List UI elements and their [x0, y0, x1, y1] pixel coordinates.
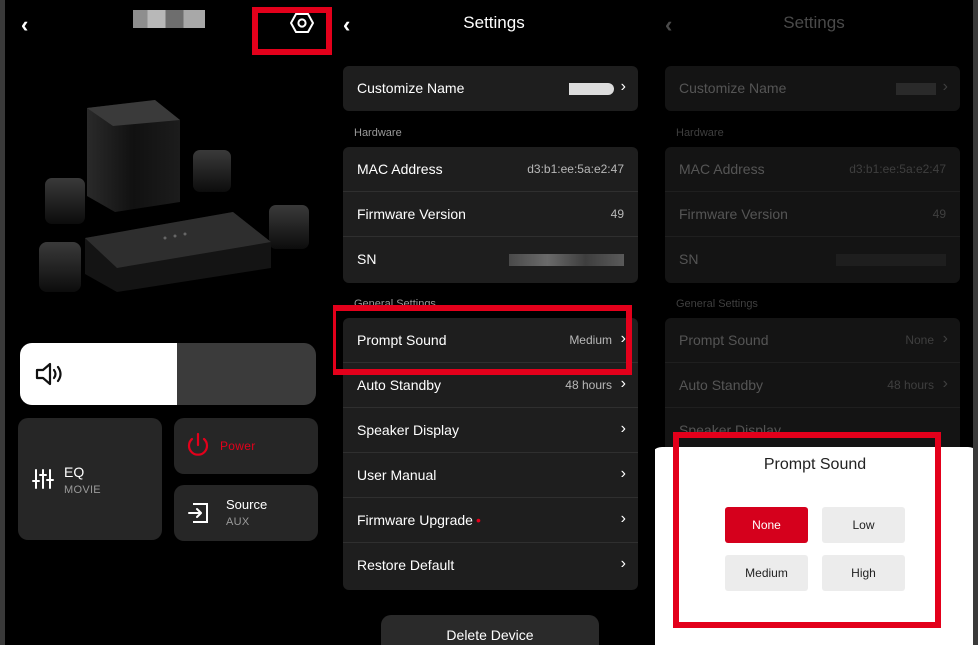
firmware-version-label: Firmware Version	[679, 206, 788, 222]
equalizer-icon	[32, 469, 54, 489]
speaker-volume-icon	[35, 362, 62, 386]
eq-card[interactable]: EQ MOVIE	[18, 418, 162, 540]
firmware-version-value: 49	[610, 207, 624, 221]
input-source-icon	[188, 503, 208, 523]
name-value-redacted	[896, 83, 936, 95]
firmware-upgrade-row[interactable]: Firmware Upgrade • ›	[343, 498, 638, 543]
source-title: Source	[226, 497, 268, 512]
auto-standby-value: 48 hours	[887, 378, 934, 392]
speaker-display-label: Speaker Display	[357, 422, 459, 438]
prompt-sound-row[interactable]: Prompt Sound None ›	[665, 318, 960, 363]
sn-label: SN	[679, 251, 699, 267]
auto-standby-label: Auto Standby	[357, 377, 442, 393]
device-panel: ‹ EQ MOVIE Power Source AUX	[5, 0, 333, 645]
hardware-group: MAC Address d3:b1:ee:5a:e2:47 Firmware V…	[665, 147, 960, 283]
customize-name-label: Customize Name	[679, 80, 787, 96]
sn-label: SN	[357, 251, 377, 267]
eq-value: MOVIE	[64, 484, 101, 496]
customize-name-row[interactable]: Customize Name ›	[665, 66, 960, 111]
chevron-right-icon: ›	[620, 555, 626, 572]
chevron-right-icon: ›	[620, 510, 626, 527]
device-name-redacted	[133, 10, 205, 28]
firmware-version-row: Firmware Version 49	[665, 192, 960, 237]
firmware-upgrade-label: Firmware Upgrade •	[357, 512, 481, 528]
name-value-redacted	[569, 83, 614, 95]
mac-address-row: MAC Address d3:b1:ee:5a:e2:47	[665, 147, 960, 192]
prompt-sound-label: Prompt Sound	[679, 332, 769, 348]
chevron-right-icon: ›	[620, 375, 626, 392]
sn-row: SN	[343, 237, 638, 282]
sn-value-redacted	[836, 254, 946, 266]
source-card[interactable]: Source AUX	[174, 485, 318, 541]
highlight-options-box	[673, 432, 941, 628]
chevron-right-icon: ›	[942, 78, 948, 95]
eq-title: EQ	[64, 464, 85, 480]
update-badge: •	[475, 512, 481, 528]
mac-address-row: MAC Address d3:b1:ee:5a:e2:47	[343, 147, 638, 192]
mac-address-value: d3:b1:ee:5a:e2:47	[849, 162, 946, 176]
auto-standby-value: 48 hours	[565, 378, 612, 392]
speaker-display-row[interactable]: Speaker Display ›	[343, 408, 638, 453]
mac-address-value: d3:b1:ee:5a:e2:47	[527, 162, 624, 176]
restore-default-row[interactable]: Restore Default ›	[343, 543, 638, 588]
delete-device-button[interactable]: Delete Device	[381, 615, 599, 645]
chevron-right-icon: ›	[620, 465, 626, 482]
settings-panel-dimmed: ‹ Settings Customize Name › Hardware MAC…	[655, 0, 973, 645]
auto-standby-label: Auto Standby	[679, 377, 764, 393]
chevron-right-icon: ›	[942, 375, 948, 392]
name-group: Customize Name ›	[665, 66, 960, 111]
name-group: Customize Name ›	[343, 66, 638, 111]
settings-panel: ‹ Settings Customize Name › Hardware MAC…	[333, 0, 655, 645]
power-button[interactable]: Power	[174, 418, 318, 474]
firmware-version-label: Firmware Version	[357, 206, 466, 222]
highlight-prompt-sound-box	[333, 305, 632, 375]
mac-address-label: MAC Address	[357, 161, 443, 177]
firmware-version-value: 49	[932, 207, 946, 221]
page-title: Settings	[463, 13, 525, 32]
mac-address-label: MAC Address	[679, 161, 765, 177]
hardware-group: MAC Address d3:b1:ee:5a:e2:47 Firmware V…	[343, 147, 638, 283]
user-manual-label: User Manual	[357, 467, 437, 483]
volume-slider[interactable]	[20, 343, 316, 405]
page-title: Settings	[783, 13, 845, 32]
restore-default-label: Restore Default	[357, 557, 455, 573]
chevron-right-icon: ›	[620, 78, 626, 95]
customize-name-label: Customize Name	[357, 80, 465, 96]
back-button[interactable]: ‹	[21, 12, 28, 38]
highlight-settings-box	[252, 7, 332, 55]
firmware-upgrade-text: Firmware Upgrade	[357, 512, 473, 528]
user-manual-row[interactable]: User Manual ›	[343, 453, 638, 498]
source-value: AUX	[226, 516, 250, 528]
sn-value-redacted	[509, 254, 624, 266]
speaker-system-image	[39, 100, 309, 292]
hardware-section-label: Hardware	[354, 127, 402, 139]
power-icon	[187, 432, 209, 456]
prompt-sound-value: None	[905, 333, 934, 347]
hardware-section-label: Hardware	[676, 127, 724, 139]
power-label: Power	[220, 439, 256, 453]
sn-row: SN	[665, 237, 960, 282]
firmware-version-row: Firmware Version 49	[343, 192, 638, 237]
customize-name-row[interactable]: Customize Name ›	[343, 66, 638, 111]
general-section-label: General Settings	[676, 298, 758, 310]
auto-standby-row[interactable]: Auto Standby 48 hours ›	[665, 363, 960, 408]
chevron-right-icon: ›	[942, 330, 948, 347]
chevron-right-icon: ›	[620, 420, 626, 437]
